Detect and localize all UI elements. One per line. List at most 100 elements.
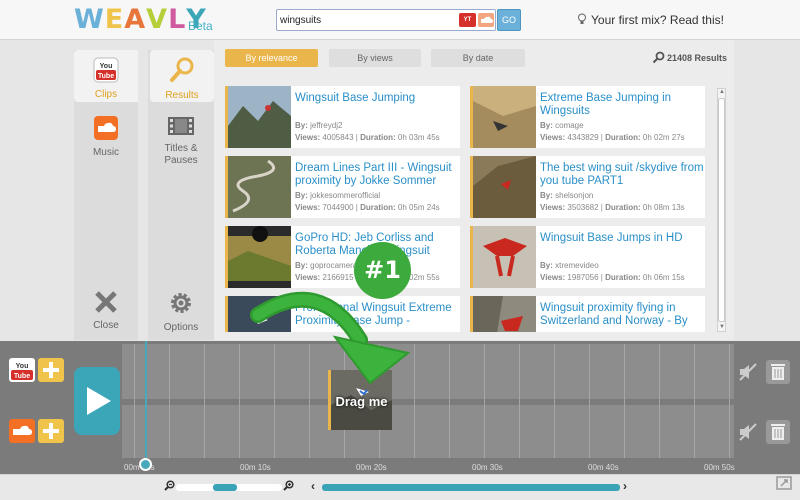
step-badge: #1 [354,242,411,299]
music-button[interactable]: Music [74,115,138,160]
scroll-down-arrow-icon[interactable]: ▼ [719,324,725,330]
result-thumbnail [228,86,291,148]
result-title[interactable]: Wingsuit Base Jumps in HD [540,232,705,260]
timeline-gridline [239,344,240,458]
results-scroll-thumb[interactable] [718,98,725,322]
result-item[interactable]: Wingsuit Base Jumping By: jeffreydj2 Views… [225,86,460,148]
zoom-in-icon[interactable] [283,480,294,491]
result-title[interactable]: The best wing suit /skydive from you tub… [540,162,705,190]
result-author: By: goprocamera [295,261,358,270]
result-item[interactable]: Extreme Base Jumping in Wingsuits By: com… [470,86,705,148]
timeline-scroll-right-icon[interactable]: › [623,479,627,493]
add-audio-button[interactable] [38,419,64,443]
timeline-youtube-icon: You Tube [9,358,35,382]
close-icon [95,291,117,313]
result-author: By: jokkesommerofficial [295,191,381,200]
timeline-gridline [449,344,450,458]
timeline-gridline [589,344,590,458]
result-thumbnail [473,86,536,148]
titles-pauses-label: Titles & Pauses [164,143,198,166]
options-button[interactable]: Options [148,290,214,335]
result-author: By: comage [540,121,584,130]
timeline-gridline [554,344,555,458]
result-stats: Views: 4343829 | Duration: 0h 02m 27s [540,133,685,142]
zoom-out-icon[interactable] [164,480,175,491]
audio-track[interactable] [122,405,734,458]
mute-icon [739,363,757,381]
video-track[interactable] [122,344,734,399]
clips-label: Clips [94,89,118,100]
result-title[interactable]: Extreme Base Jumping in Wingsuits [540,92,705,120]
music-label: Music [92,147,120,158]
result-stats: Views: 1987056 | Duration: 0h 06m 15s [540,273,685,282]
timeline-gridline [204,344,205,458]
delete-audio-button[interactable] [766,420,790,444]
delete-video-button[interactable] [766,360,790,384]
timeline-gridline [414,344,415,458]
result-item[interactable]: Dream Lines Part III - Wingsuit proximit… [225,156,460,218]
options-label: Options [163,322,199,333]
result-title[interactable]: Wingsuit Base Jumping [295,92,460,120]
timeline-gridline [484,344,485,458]
playhead-handle[interactable] [139,458,152,471]
youtube-icon: You Tube [93,57,119,83]
first-mix-link[interactable]: Your first mix? Read this! [577,13,724,27]
results-button[interactable]: Results [150,50,214,102]
timeline-scroll-left-icon[interactable]: ‹ [311,479,315,493]
logo-letter: V [146,4,169,35]
youtube-source-icon[interactable]: YT [459,13,476,27]
result-thumbnail [473,156,536,218]
result-stats: Views: 7044900 | Duration: 0h 05m 24s [295,203,440,212]
result-title[interactable]: Wingsuit proximity flying in Switzerland… [540,302,705,330]
weavly-logo[interactable]: WEAVLY [74,4,207,36]
result-item[interactable]: The best wing suit /skydive from you tub… [470,156,705,218]
results-count-text: 21408 Results [667,53,728,63]
play-button[interactable] [74,367,120,435]
search-input[interactable] [280,12,450,28]
clips-button[interactable]: You Tube Clips [74,50,138,102]
titles-pauses-button[interactable]: Titles & Pauses [148,115,214,175]
drag-hint-arrow-icon [250,291,410,385]
search-icon [652,51,665,64]
close-button[interactable]: Close [74,290,138,335]
mute-audio-button[interactable] [736,420,760,444]
timeline-gridline [169,344,170,458]
result-title[interactable]: Dream Lines Part III - Wingsuit proximit… [295,162,460,190]
svg-text:You: You [16,363,29,370]
result-thumbnail [228,156,291,218]
zoom-slider-thumb[interactable] [212,484,237,491]
result-item[interactable]: Wingsuit Base Jumps in HD By: xtremevideo… [470,226,705,288]
result-thumbnail [473,296,536,332]
timeline-tick-label: 00m 50s [704,463,735,472]
sort-by-relevance-tab[interactable]: By relevance [225,49,318,67]
svg-text:Tube: Tube [98,73,114,80]
sort-by-views-tab[interactable]: By views [329,49,421,67]
result-item[interactable]: Wingsuit proximity flying in Switzerland… [470,296,705,332]
scroll-up-arrow-icon[interactable]: ▲ [719,89,725,95]
play-icon [87,387,111,415]
logo-letter: E [104,4,125,35]
logo-letter: A [124,4,147,35]
result-item[interactable]: GoPro HD: Jeb Corliss and Roberta Mancin… [225,226,460,288]
mute-video-button[interactable] [736,360,760,384]
timeline-scrollbar[interactable] [322,484,620,491]
result-author: By: xtremevideo [540,261,599,270]
close-label: Close [93,320,119,331]
timeline-soundcloud-icon [9,419,35,443]
timeline-tick-label: 00m 40s [588,463,619,472]
logo-letter: L [168,4,187,35]
export-icon[interactable] [776,476,792,490]
soundcloud-source-icon[interactable] [478,13,494,27]
timeline-gridline [694,344,695,458]
result-stats: Views: 3503682 | Duration: 0h 08m 13s [540,203,685,212]
sort-by-date-tab[interactable]: By date [431,49,525,67]
gear-icon [171,293,191,313]
results-count: 21408 Results [652,51,727,64]
result-thumbnail [228,226,291,288]
results-label: Results [165,90,199,101]
add-video-button[interactable] [38,358,64,382]
playhead-line[interactable] [145,341,147,465]
go-button[interactable]: GO [497,9,521,31]
timeline-tick-label: 00m 20s [356,463,387,472]
timeline-gridline [659,344,660,458]
